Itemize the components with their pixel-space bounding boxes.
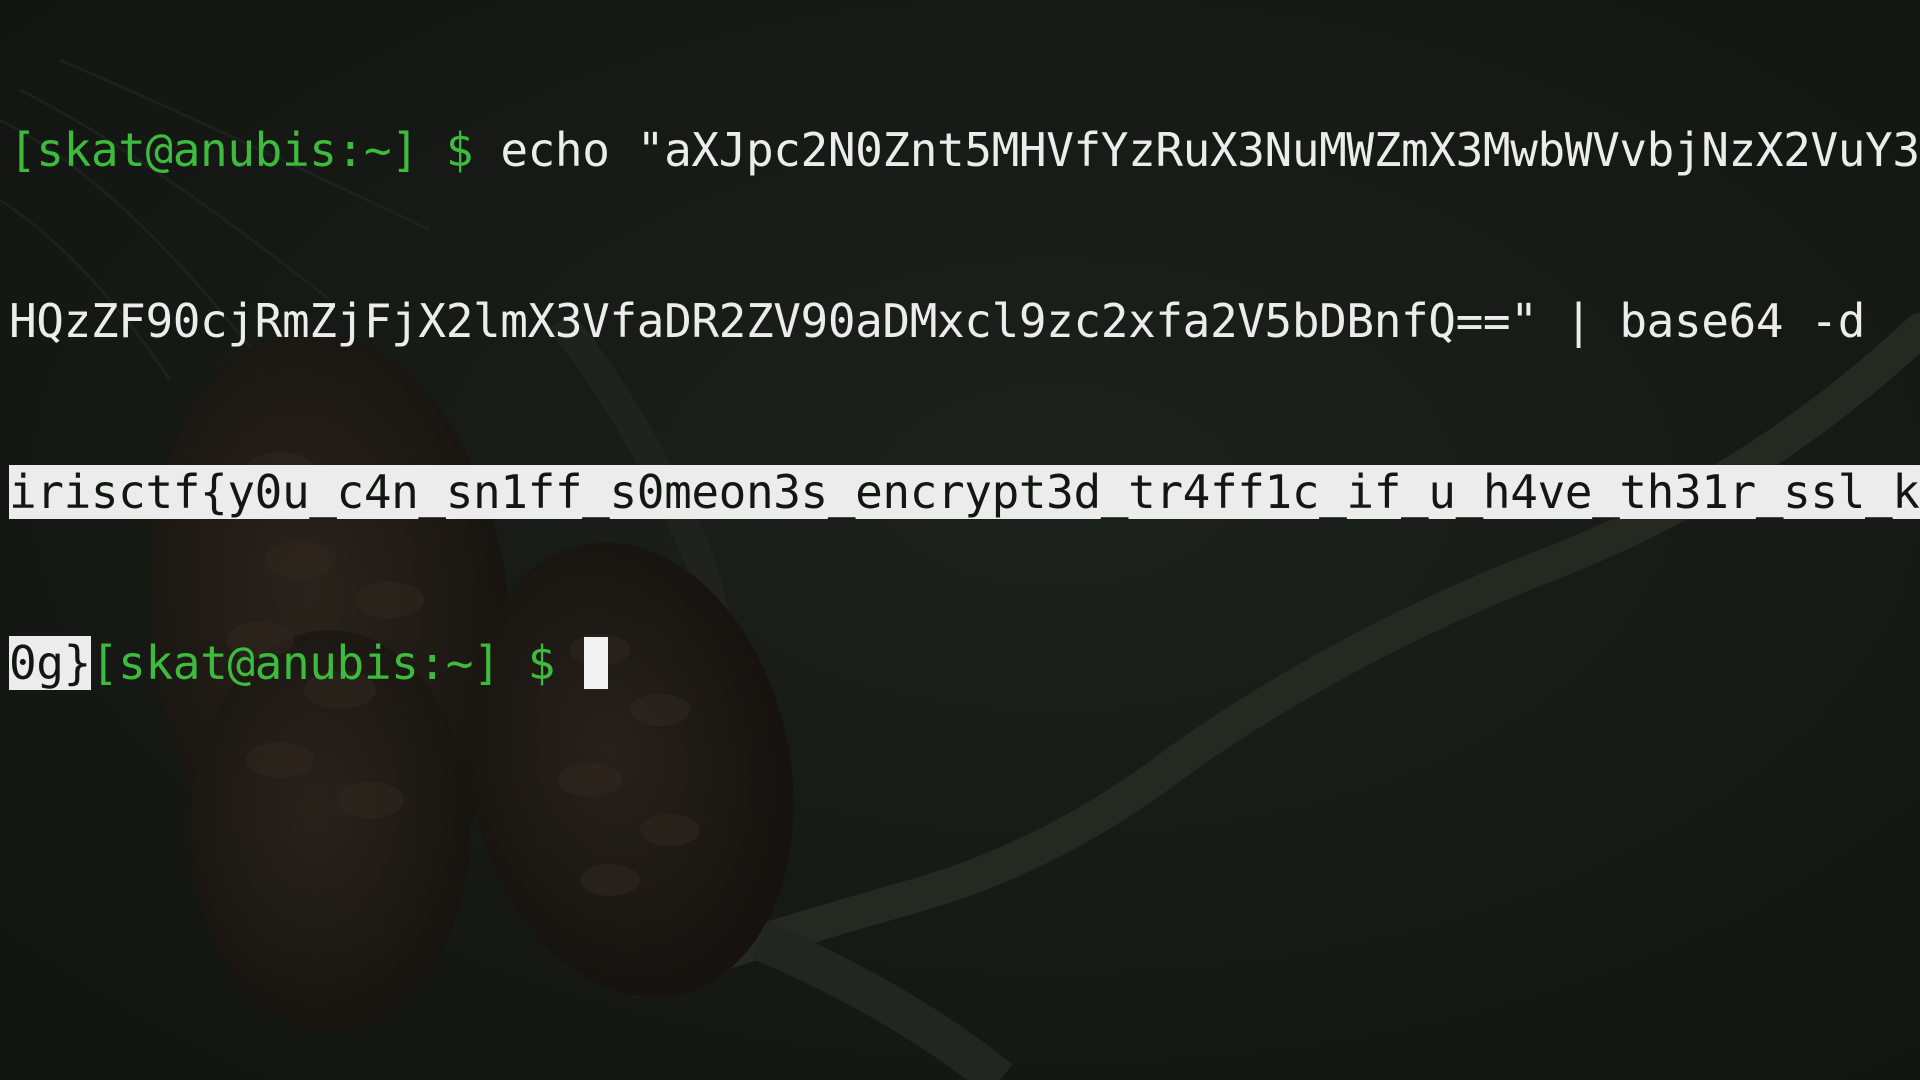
- shell-prompt-current: [skat@anubis:~] $: [90, 636, 555, 690]
- command-text-continued: HQzZF90cjRmZjFjX2lmX3VfaDR2ZV90aDMxcl9zc…: [9, 294, 1866, 348]
- terminal-window[interactable]: [skat@anubis:~] $ echo "aXJpc2N0Znt5MHVf…: [0, 0, 1920, 1080]
- command-line-1: [skat@anubis:~] $ echo "aXJpc2N0Znt5MHVf…: [9, 122, 1920, 179]
- selected-output-text-continued[interactable]: 0g}: [9, 636, 91, 690]
- output-line-2[interactable]: 0g}[skat@anubis:~] $: [9, 635, 1911, 692]
- shell-prompt: [skat@anubis:~] $: [9, 123, 474, 177]
- command-line-2: HQzZF90cjRmZjFjX2lmX3VfaDR2ZV90aDMxcl9zc…: [9, 293, 1911, 350]
- output-line-1[interactable]: irisctf{y0u_c4n_sn1ff_s0meon3s_encrypt3d…: [9, 464, 1920, 521]
- command-text: echo "aXJpc2N0Znt5MHVfYzRuX3NuMWZmX3MwbW…: [500, 123, 1920, 177]
- selected-output-text[interactable]: irisctf{y0u_c4n_sn1ff_s0meon3s_encrypt3d…: [9, 465, 1920, 519]
- text-cursor: [584, 637, 609, 689]
- terminal-screen[interactable]: [skat@anubis:~] $ echo "aXJpc2N0Znt5MHVf…: [9, 8, 1920, 806]
